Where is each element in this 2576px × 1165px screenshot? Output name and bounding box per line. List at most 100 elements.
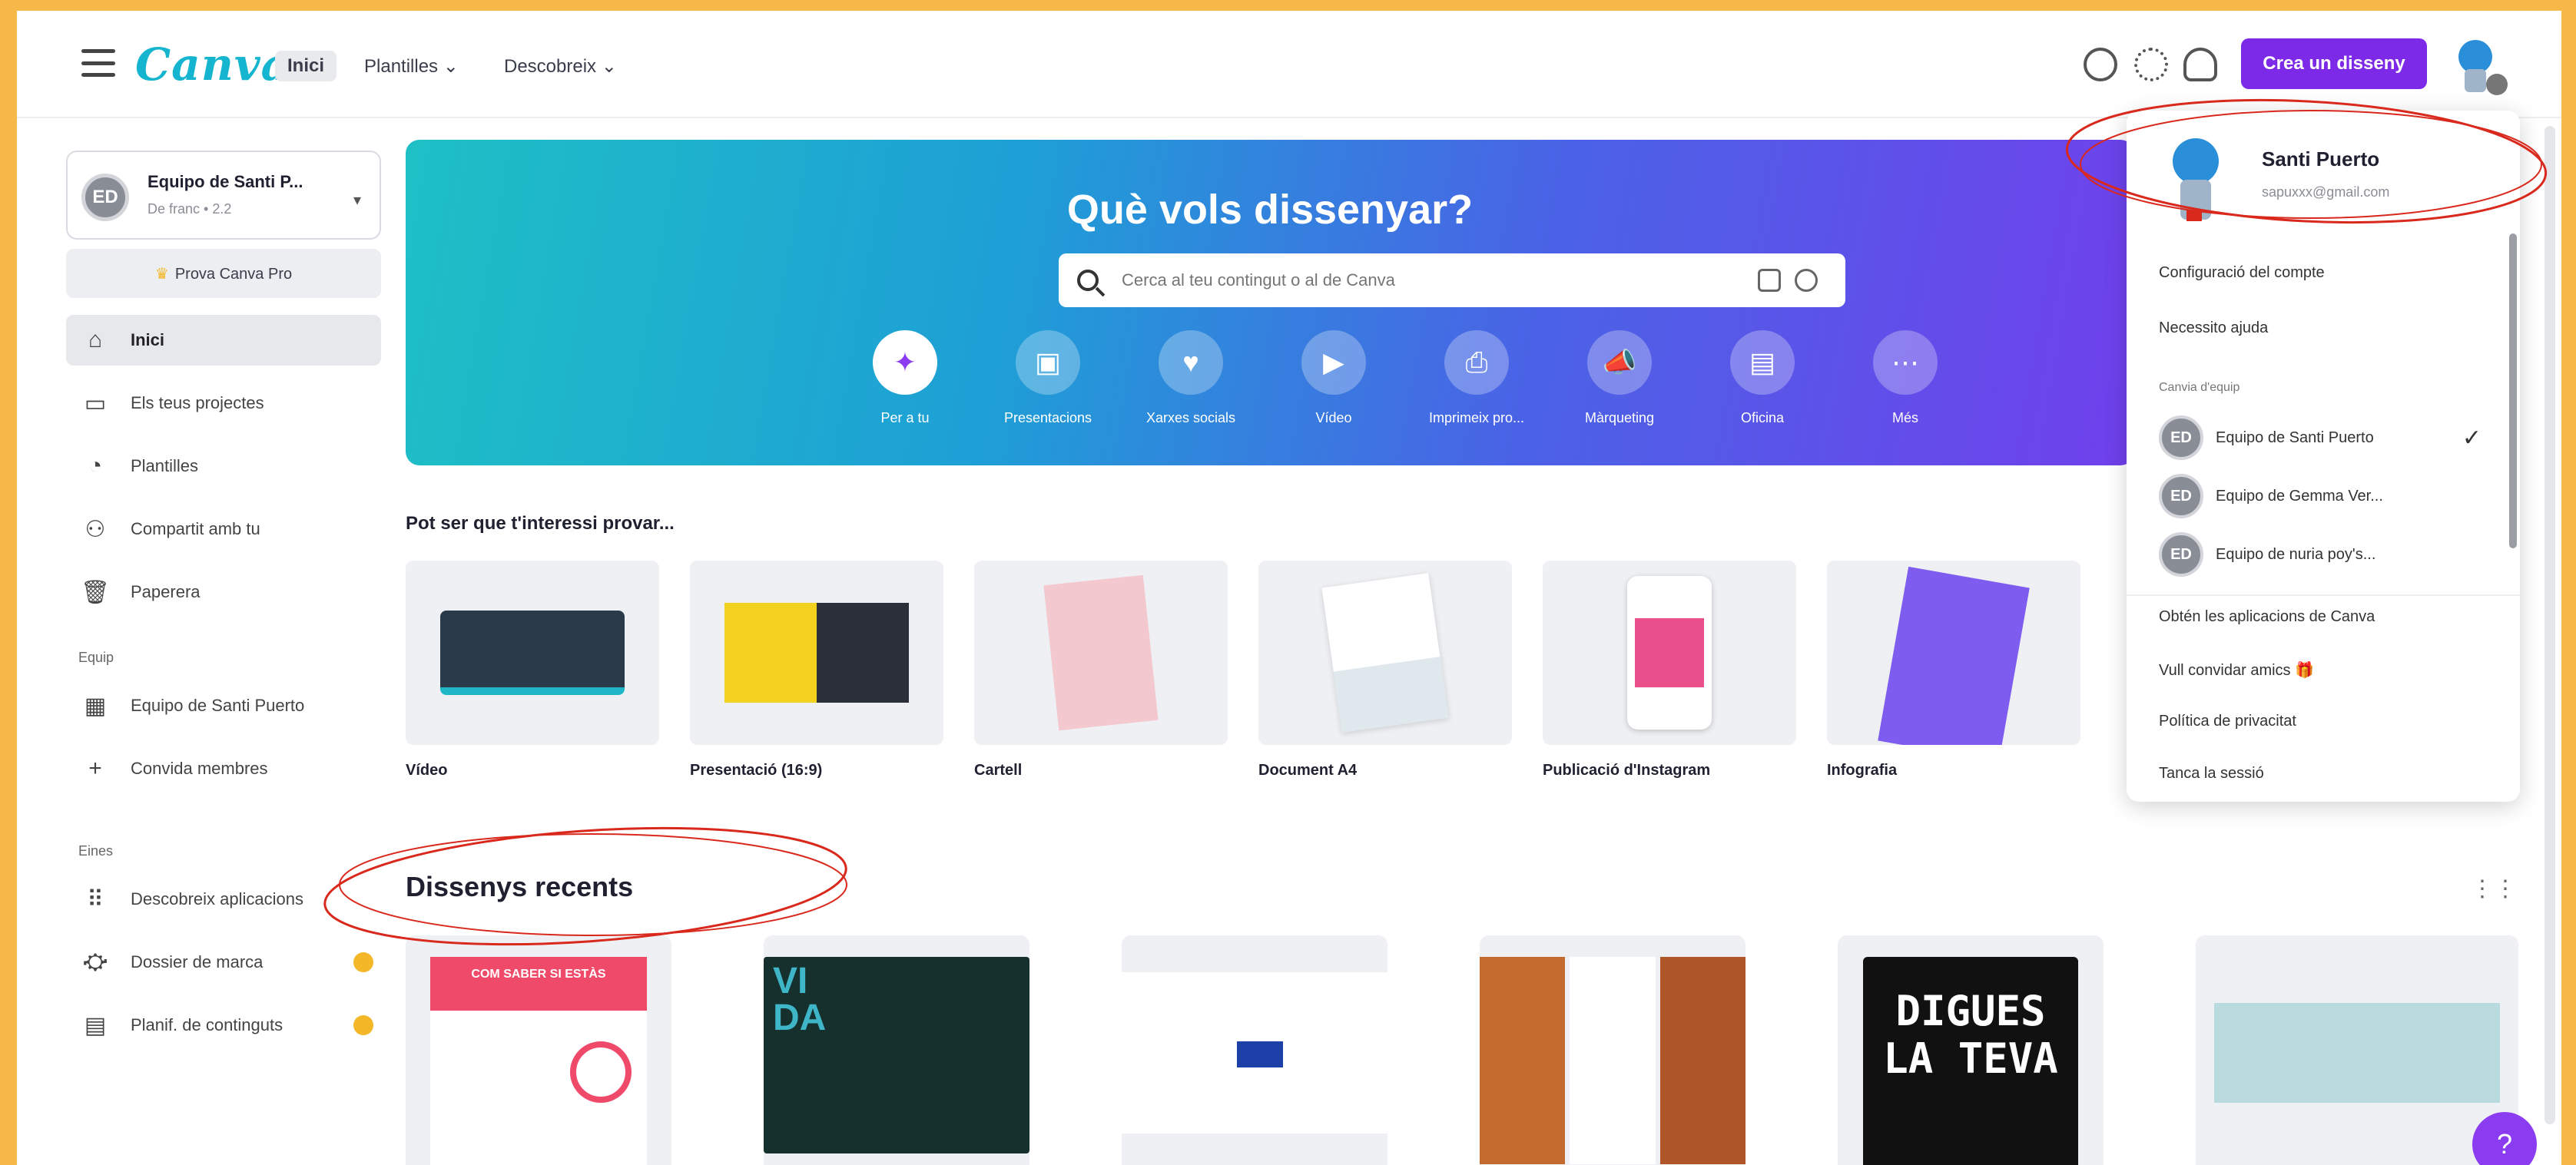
settings-icon[interactable] [2134, 48, 2168, 81]
menu-scrollbar[interactable] [2509, 233, 2517, 548]
shared-icon: ⚇ [85, 516, 106, 542]
recent-design-2[interactable]: VI DA [764, 935, 1029, 1165]
recent-design-1[interactable]: COM SABER SI ESTÀS [406, 935, 671, 1165]
pro-badge-icon [353, 1015, 373, 1035]
menu-help[interactable]: Necessito ajuda [2159, 319, 2268, 337]
hero-search-bar[interactable] [1059, 253, 1845, 307]
templates-icon: ◔ [88, 453, 103, 478]
recent-design-4[interactable] [1480, 935, 1746, 1165]
design-thumbnail: COM SABER SI ESTÀS [430, 957, 647, 1165]
trash-icon: 🗑 [80, 579, 111, 605]
team-plan: De franc • 2.2 [148, 201, 232, 217]
chevron-down-icon: ▾ [353, 192, 362, 209]
checkmark-icon: ✓ [2462, 425, 2482, 451]
design-thumbnail: DIGUES LA TEVA [1863, 957, 2078, 1165]
sidebar-item-templates[interactable]: ◔ Plantilles [66, 441, 381, 491]
suggestion-infographic[interactable]: Infografia [1827, 561, 2080, 779]
calendar-icon: ▤ [84, 1012, 107, 1038]
category-label: Imprimeix pro... [1428, 410, 1525, 425]
menu-invite-friends[interactable]: Vull convidar amics 🎁 [2159, 660, 2314, 680]
suggestion-thumbnail [1827, 561, 2080, 745]
category-for-you[interactable]: ✦ Per a tu [828, 330, 982, 426]
design-thumbnail: VI DA [764, 957, 1029, 1153]
sidebar-item-invite[interactable]: + Convida membres [66, 743, 381, 794]
category-video[interactable]: ▶ Vídeo [1257, 330, 1411, 426]
category-presentations[interactable]: ▣ Presentacions [971, 330, 1125, 426]
timer-icon[interactable] [2084, 48, 2117, 81]
menu-privacy-policy[interactable]: Política de privacitat [2159, 713, 2296, 730]
nav-templates[interactable]: Plantilles ⌄ [364, 51, 459, 81]
recent-design-5[interactable]: DIGUES LA TEVA [1838, 935, 2104, 1165]
team-option-3[interactable]: ED Equipo de nuria poy's... [2159, 531, 2497, 578]
sidebar-item-label: Equipo de Santi Puerto [131, 696, 305, 715]
recent-design-6[interactable] [2196, 935, 2518, 1165]
sidebar-item-label: Dossier de marca [131, 952, 264, 971]
menu-sign-out[interactable]: Tanca la sessió [2159, 765, 2264, 783]
search-input[interactable] [1122, 270, 1706, 290]
suggestion-thumbnail [1258, 561, 1512, 745]
category-label: Oficina [1740, 410, 1785, 425]
suggestion-label: Infografia [1827, 762, 1898, 779]
suggestion-poster[interactable]: Cartell [974, 561, 1228, 779]
list-view-icon[interactable]: ⋮⋮ [2471, 875, 2517, 902]
help-button[interactable]: ? [2472, 1112, 2537, 1165]
try-pro-button[interactable]: ♛ Prova Canva Pro [66, 249, 381, 298]
category-social[interactable]: ♥ Xarxes socials [1114, 330, 1268, 426]
sidebar-item-team[interactable]: ▦ Equipo de Santi Puerto [66, 680, 381, 731]
canva-logo[interactable]: Canva [135, 38, 290, 91]
team-avatar: ED [2159, 532, 2203, 577]
sidebar-item-home[interactable]: ⌂ Inici [66, 315, 381, 366]
nav-discover[interactable]: Descobreix ⌄ [504, 51, 617, 81]
suggestion-presentation[interactable]: Presentació (16:9) [690, 561, 943, 779]
suggestion-video[interactable]: Vídeo [406, 561, 659, 779]
try-pro-label: Prova Canva Pro [174, 265, 293, 283]
suggestion-instagram[interactable]: Publicació d'Instagram [1543, 561, 1796, 779]
crown-icon: ♛ [154, 265, 169, 283]
team-option-label: Equipo de Gemma Ver... [2216, 487, 2383, 505]
image-search-icon[interactable] [1758, 269, 1781, 292]
section-tools-heading: Eines [78, 843, 114, 859]
voice-search-icon[interactable] [1795, 269, 1818, 292]
category-label: Xarxes socials [1145, 410, 1236, 425]
design-thumbnail [2214, 1003, 2500, 1103]
team-avatar: ED [2159, 415, 2203, 460]
category-print[interactable]: ⎙ Imprimeix pro... [1400, 330, 1553, 426]
folder-icon: ▭ [84, 390, 107, 416]
menu-get-apps[interactable]: Obtén les aplicacions de Canva [2159, 608, 2375, 626]
team-avatar: ED [2159, 474, 2203, 518]
suggestion-label: Document A4 [1258, 762, 1358, 779]
recent-design-3[interactable] [1122, 935, 1387, 1165]
suggestion-label: Cartell [974, 762, 1023, 779]
category-more[interactable]: ⋯ Més [1828, 330, 1982, 426]
team-option-2[interactable]: ED Equipo de Gemma Ver... [2159, 473, 2497, 519]
brand-kit-icon: ⛮ [83, 949, 108, 975]
print-icon: ⎙ [1444, 330, 1509, 395]
bell-icon[interactable] [2183, 48, 2217, 81]
design-thumbnail [1122, 972, 1387, 1134]
menu-account-settings[interactable]: Configuració del compte [2159, 264, 2325, 282]
team-switcher[interactable]: ED Equipo de Santi P... De franc • 2.2 ▾ [66, 151, 381, 240]
sidebar-item-projects[interactable]: ▭ Els teus projectes [66, 378, 381, 429]
sidebar-item-planner[interactable]: ▤ Planif. de continguts [66, 1000, 381, 1051]
section-team-heading: Equip [78, 650, 114, 665]
annotation-ellipse [323, 826, 847, 946]
suggestion-a4-document[interactable]: Document A4 [1258, 561, 1512, 779]
team-option-1[interactable]: ED Equipo de Santi Puerto ✓ [2159, 415, 2497, 461]
category-label: Màrqueting [1584, 410, 1655, 425]
hamburger-menu-icon[interactable] [81, 49, 115, 77]
category-office[interactable]: ▤ Oficina [1686, 330, 1839, 426]
create-design-button[interactable]: Crea un disseny [2241, 38, 2427, 89]
suggestion-thumbnail [406, 561, 659, 745]
category-marketing[interactable]: 📣 Màrqueting [1543, 330, 1696, 426]
sidebar-item-trash[interactable]: 🗑 Paperera [66, 567, 381, 617]
sparkle-icon: ✦ [873, 330, 937, 395]
category-label: Més [1891, 410, 1918, 425]
sidebar-item-label: Descobreix aplicacions [131, 889, 303, 909]
page-scrollbar[interactable] [2545, 126, 2555, 1124]
sidebar-item-shared[interactable]: ⚇ Compartit amb tu [66, 504, 381, 554]
nav-home[interactable]: Inici [275, 51, 337, 81]
annotation-ellipse [2065, 98, 2548, 224]
sidebar-item-label: Convida membres [131, 759, 268, 778]
team-option-label: Equipo de Santi Puerto [2216, 429, 2374, 446]
app-window: Canva Inici Plantilles ⌄ Descobreix ⌄ Cr… [17, 11, 2561, 1165]
